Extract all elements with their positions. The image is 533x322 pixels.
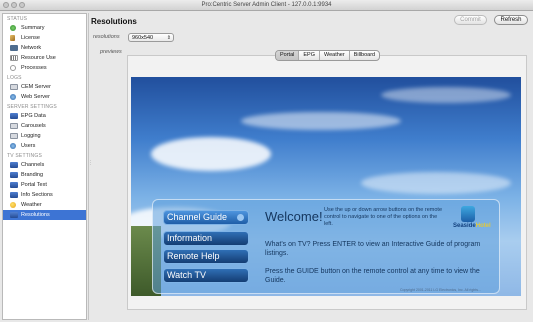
portal-paragraph-1: What's on TV? Press ENTER to view an Int… [265,241,481,257]
sidebar-item-resource-use[interactable]: Resource Use [3,53,86,63]
sidebar-item-label: Resolutions [21,212,50,218]
resolution-select-value: 960x540 [132,35,154,41]
sidebar-item-label: Logging [21,133,41,139]
sidebar-item-channels[interactable]: Channels [3,160,86,170]
sidebar-item-label: Network [21,45,42,51]
sidebar-section-tv-settings: TV SETTINGS [7,153,42,159]
hotel-logo: SeasideHotel [453,206,495,234]
selected-indicator-icon [237,214,244,221]
channels-icon [10,162,18,168]
sidebar-item-label: Processes [21,65,47,71]
sidebar-section-status: STATUS [7,16,28,22]
portal-text-icon [10,182,18,188]
window-titlebar: Pro:Centric Server Admin Client - 127.0.… [0,0,533,11]
logging-icon [10,133,18,139]
tab-portal[interactable]: Portal [276,51,299,60]
portal-menu-label: Remote Help [167,251,220,261]
resolution-select[interactable]: 960x540 ⇕ [128,33,174,42]
carousel-icon [10,123,18,129]
sidebar-item-label: Users [21,143,36,149]
sidebar-item-info-sections[interactable]: Info Sections [3,190,86,200]
sidebar-item-summary[interactable]: Summary [3,23,86,33]
license-icon [10,35,15,41]
portal-menu-remote-help: Remote Help [163,249,249,264]
sidebar-item-epg-data[interactable]: EPG Data [3,111,86,121]
sidebar-item-license[interactable]: License [3,33,86,43]
hotel-logo-text: SeasideHotel [453,223,491,229]
sidebar-item-label: EPG Data [21,113,46,119]
sidebar-item-users[interactable]: Users [3,141,86,151]
portal-menu-channel-guide: Channel Guide [163,210,249,225]
tab-billboard[interactable]: Billboard [348,51,379,60]
globe-icon [10,94,16,100]
sidebar-item-cem-server[interactable]: CEM Server [3,82,86,92]
portal-copyright: Copyright 2001-2011 LG Electronics, Inc.… [400,288,481,292]
branding-icon [10,172,18,178]
users-icon [10,143,16,149]
resolutions-label: resolutions [93,34,120,40]
sidebar-item-label: Portal Text [21,182,47,188]
weather-icon [10,202,16,208]
previews-label: previews [100,49,122,55]
epg-icon [10,113,18,119]
sidebar-item-branding[interactable]: Branding [3,170,86,180]
sidebar-item-label: Web Server [21,94,50,100]
portal-menu-label: Information [167,233,213,243]
info-sections-icon [10,192,18,198]
page-title: Resolutions [91,17,137,26]
sidebar-item-label: Info Sections [21,192,53,198]
sidebar-section-logs: LOGS [7,75,22,81]
sidebar-item-processes[interactable]: Processes [3,63,86,73]
resource-icon [10,55,18,61]
portal-menu-information: Information [163,231,249,246]
sidebar-item-logging[interactable]: Logging [3,131,86,141]
sidebar-item-label: License [21,35,40,41]
tab-weather[interactable]: Weather [319,51,349,60]
tab-epg[interactable]: EPG [298,51,319,60]
portal-menu-label: Channel Guide [167,212,228,222]
sidebar-item-resolutions[interactable]: Resolutions [3,210,86,220]
sidebar-item-label: Branding [21,172,44,178]
portal-menu-label: Watch TV [167,270,207,280]
processes-icon [10,65,16,71]
portal-paragraph-2: Press the GUIDE button on the remote con… [265,268,480,284]
sidebar-item-carousels[interactable]: Carousels [3,121,86,131]
sidebar-item-web-server[interactable]: Web Server [3,92,86,102]
sidebar-item-weather[interactable]: Weather [3,200,86,210]
portal-menu-watch-tv: Watch TV [163,268,249,283]
sidebar-item-label: Channels [21,162,45,168]
commit-button[interactable]: Commit [454,15,487,25]
sidebar-item-portal-text[interactable]: Portal Text [3,180,86,190]
sidebar-item-label: Resource Use [21,55,56,61]
split-grip-icon[interactable]: ⋮ [88,160,93,166]
sidebar-item-network[interactable]: Network [3,43,86,53]
sidebar-item-label: Summary [21,25,45,31]
hotel-logo-mark [461,206,475,222]
sidebar-section-server-settings: SERVER SETTINGS [7,104,57,110]
sidebar-item-label: Weather [21,202,42,208]
preview-tabs: Portal EPG Weather Billboard [275,50,381,61]
log-icon [10,84,18,90]
sidebar: STATUS Summary License Network Resource … [2,13,87,320]
sidebar-item-label: Carousels [21,123,46,129]
split-divider[interactable] [88,13,89,320]
portal-help-text: Use the up or down arrow buttons on the … [324,207,443,227]
sidebar-item-label: CEM Server [21,84,51,90]
portal-welcome-title: Welcome! [265,209,323,224]
window-title: Pro:Centric Server Admin Client - 127.0.… [201,2,332,8]
resolutions-icon [10,212,18,218]
network-icon [10,45,18,51]
select-arrows-icon: ⇕ [166,35,171,41]
refresh-button[interactable]: Refresh [494,15,528,25]
summary-icon [10,25,16,31]
